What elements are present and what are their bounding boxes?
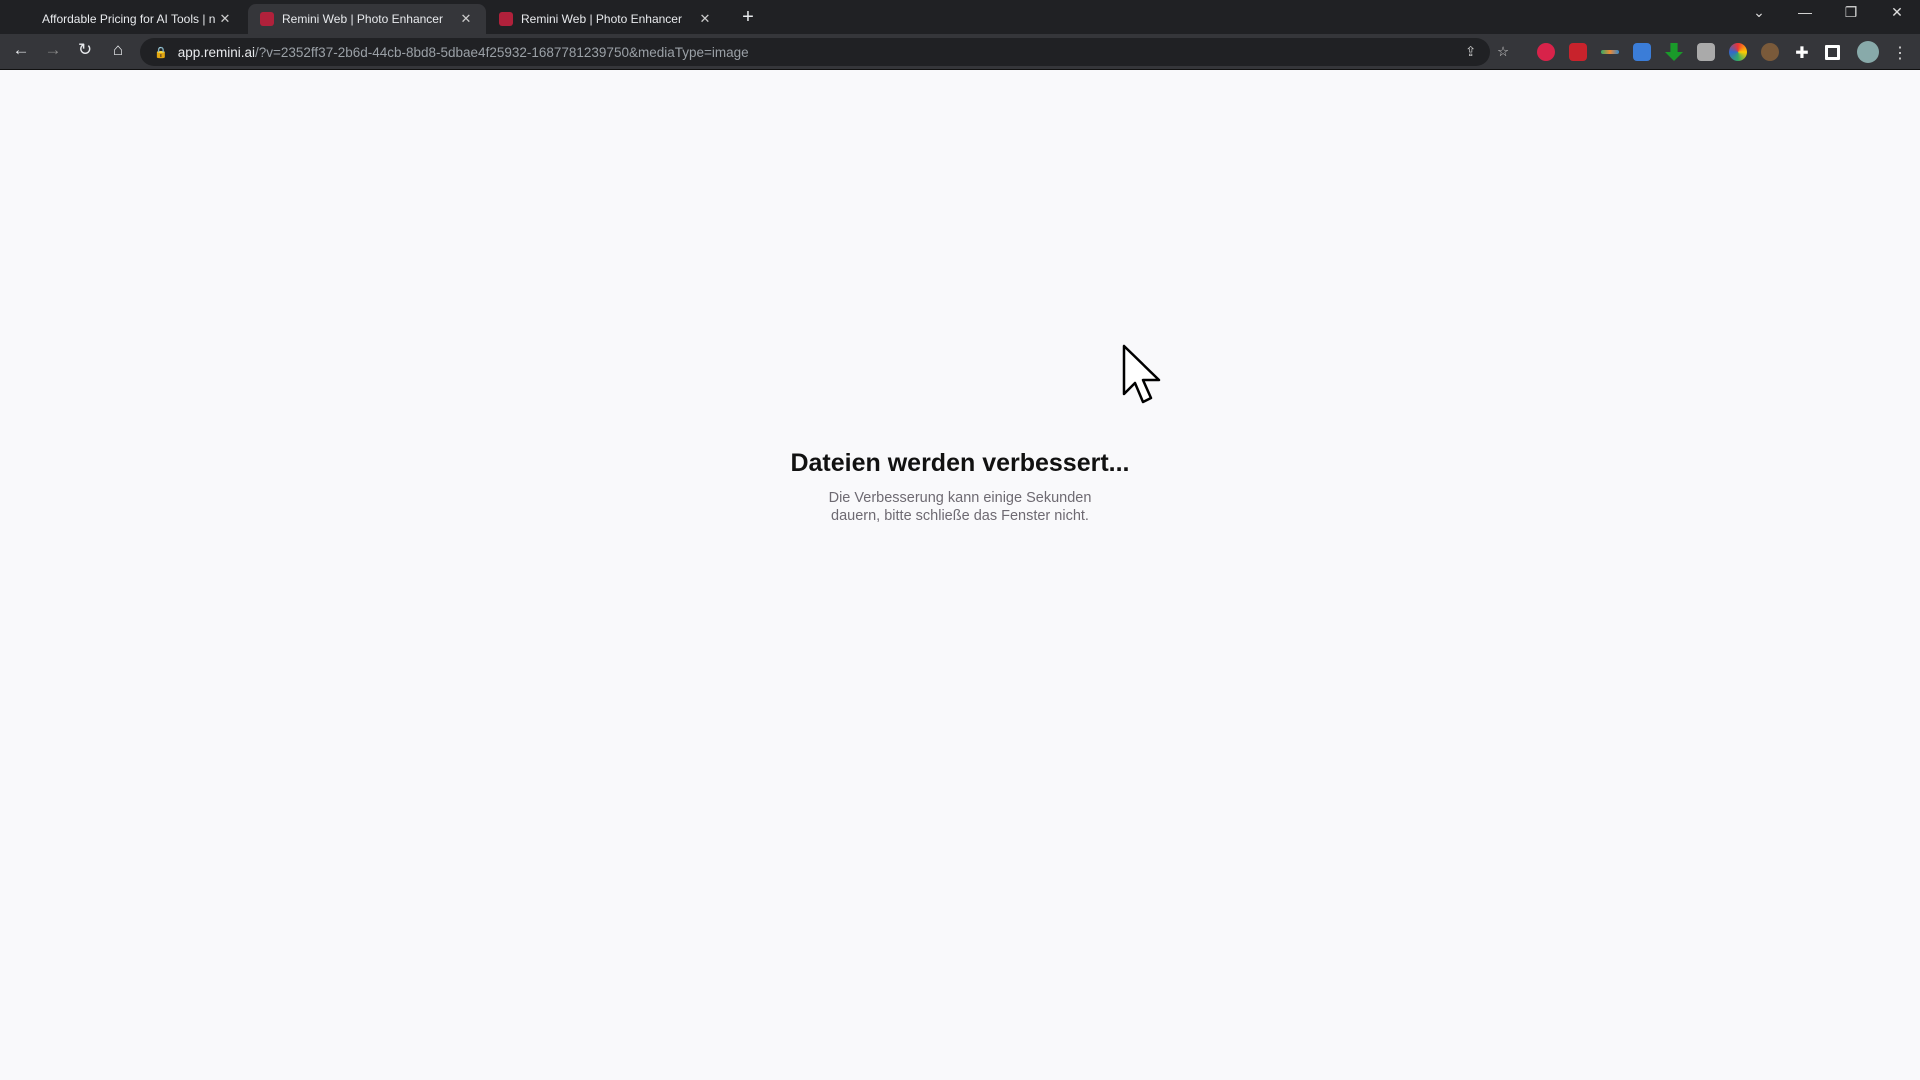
rainbow-icon[interactable] [1601,50,1619,54]
page-title: Dateien werden verbessert... [790,449,1130,477]
tab-bar: Affordable Pricing for AI Tools | n ✕ Re… [0,0,1920,34]
browser-toolbar: ← → ↻ ⌂ 🔒 app.remini.ai /?v=2352ff37-2b6… [0,34,1920,70]
page-subtitle: Die Verbesserung kann einige Sekunden dau… [760,489,1160,525]
close-window-button[interactable]: ✕ [1877,4,1917,21]
save-icon[interactable] [1569,43,1587,61]
tab-search-icon[interactable]: ⌄ [1739,4,1779,21]
remini-favicon-icon [260,12,274,26]
close-tab-icon[interactable]: ✕ [458,11,474,27]
url-host: app.remini.ai [177,44,255,60]
minimize-button[interactable]: — [1785,4,1825,20]
subtitle-line-1: Die Verbesserung kann einige Sekunden [828,490,1092,506]
tab-title: Remini Web | Photo Enhancer [282,12,443,26]
camera-icon[interactable] [1697,43,1715,61]
lock-icon: 🔒 [154,46,168,59]
close-tab-icon[interactable]: ✕ [217,11,233,27]
reload-button[interactable]: ↻ [73,40,97,60]
new-tab-button[interactable]: + [738,6,758,29]
address-bar[interactable]: 🔒 app.remini.ai /?v=2352ff37-2b6d-44cb-8… [140,38,1509,66]
mouse-cursor-icon [1122,344,1161,404]
close-tab-icon[interactable]: ✕ [697,11,713,27]
forward-button[interactable]: → [41,40,65,60]
url-path: /?v=2352ff37-2b6d-44cb-8bd8-5dbae4f25932… [255,44,749,60]
puzzle-icon[interactable]: ✚ [1793,43,1811,62]
tab-remini-1[interactable]: Remini Web | Photo Enhancer ✕ [248,4,486,34]
home-button[interactable]: ⌂ [106,40,130,60]
bitwarden-icon[interactable] [1633,43,1651,61]
back-button[interactable]: ← [9,40,33,60]
subtitle-line-2: dauern, bitte schließe das Fenster nicht… [831,508,1089,524]
restore-button[interactable]: ❐ [1831,4,1871,21]
share-icon[interactable]: ⇪ [1465,44,1476,60]
page-content [0,70,1920,1080]
tab-remini-2[interactable]: Remini Web | Photo Enhancer ✕ [487,4,725,34]
bookmark-star-icon[interactable]: ☆ [1497,44,1509,60]
loading-message: Dateien werden verbessert... Die Verbess… [760,448,1160,525]
color-icon[interactable] [1729,43,1747,61]
tab-title: Affordable Pricing for AI Tools | n [42,12,216,26]
sidepanel-icon[interactable] [1825,45,1840,60]
tab-affordable-pricing[interactable]: Affordable Pricing for AI Tools | n ✕ [30,4,245,34]
cookie-icon[interactable] [1761,43,1779,61]
abp-icon[interactable] [1537,43,1555,61]
avatar-icon[interactable] [1857,41,1879,63]
download-icon[interactable] [1665,43,1683,61]
remini-favicon-icon [499,12,513,26]
tab-title: Remini Web | Photo Enhancer [521,12,682,26]
menu-icon[interactable]: ⋮ [1891,43,1909,62]
